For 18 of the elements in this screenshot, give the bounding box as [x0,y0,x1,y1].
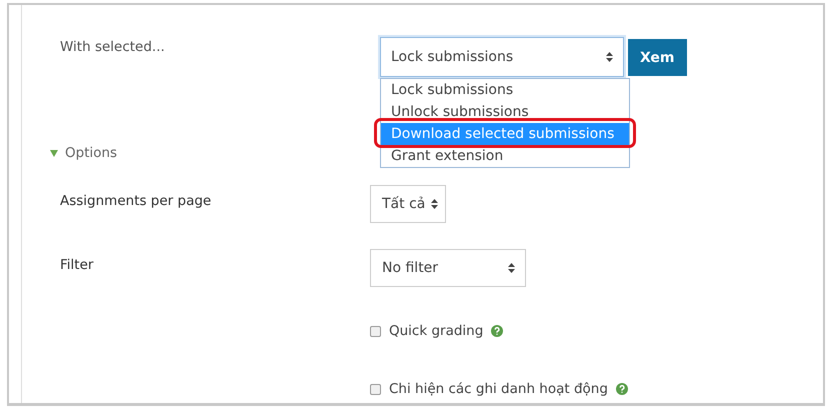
checkbox[interactable] [370,384,381,394]
help-icon[interactable] [616,383,628,395]
checkbox[interactable] [370,326,381,336]
section-toggle[interactable]: Options [22,145,380,161]
field-label: Assignments per page [59,192,212,209]
sort-arrows-icon [431,199,438,209]
checkbox-label: Chi hiện các ghi danh hoạt động [389,381,608,397]
option-select[interactable]: No filter [370,249,526,287]
sort-arrows-icon [606,52,613,62]
field-label: Filter [59,256,94,273]
action-select[interactable]: Lock submissions [380,37,624,77]
checkbox-label: Quick grading [389,323,484,339]
sort-arrows-icon [508,263,515,273]
option-select[interactable]: Tất cả [370,185,446,223]
field-label: With selected... [59,38,166,55]
view-button[interactable]: Xem [628,39,687,76]
help-icon[interactable] [491,325,504,337]
caret-down-icon [50,150,58,156]
